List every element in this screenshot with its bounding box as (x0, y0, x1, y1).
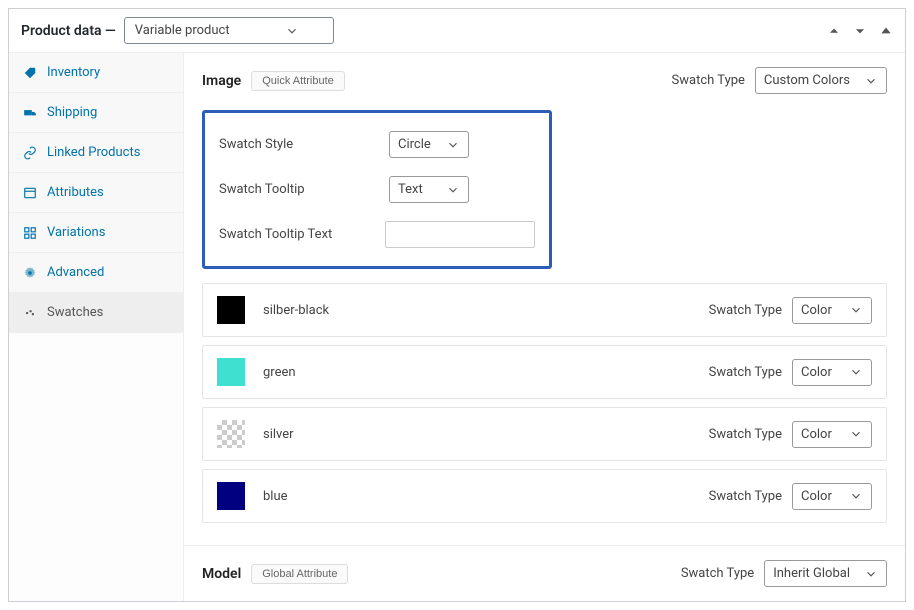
swatch-type-select[interactable]: Custom Colors (755, 67, 887, 94)
swatch-name: silber-black (263, 303, 329, 318)
sidebar-item-shipping[interactable]: Shipping (9, 93, 183, 133)
chevron-down-icon (849, 489, 863, 503)
sidebar-label: Shipping (47, 105, 97, 120)
gear-icon (23, 266, 37, 280)
swatch-row[interactable]: silber-black Swatch Type Color (202, 283, 887, 337)
sidebar-item-advanced[interactable]: Advanced (9, 253, 183, 293)
swatch-list: silber-black Swatch Type Color green (202, 283, 887, 523)
swatch-tooltip-label: Swatch Tooltip (219, 182, 389, 197)
product-type-value: Variable product (135, 23, 230, 38)
sidebar-label: Linked Products (47, 145, 140, 160)
chevron-down-icon (446, 183, 460, 197)
form-row-style: Swatch Style Circle (219, 131, 535, 158)
chevron-down-icon (285, 24, 299, 38)
swatch-tooltip-text-label: Swatch Tooltip Text (219, 227, 385, 242)
sidebar-item-swatches[interactable]: Swatches (9, 293, 183, 333)
swatch-name: blue (263, 489, 288, 504)
section-title: Model (202, 566, 241, 582)
sidebar-label: Attributes (47, 185, 104, 200)
section-header: Model Global Attribute Swatch Type Inher… (202, 560, 887, 587)
form-row-tooltip-text: Swatch Tooltip Text (219, 221, 535, 248)
panel-header: Product data — Variable product (9, 9, 905, 53)
grid-icon (23, 226, 37, 240)
swatch-row[interactable]: blue Swatch Type Color (202, 469, 887, 523)
chevron-down-icon (864, 567, 878, 581)
sidebar-item-variations[interactable]: Variations (9, 213, 183, 253)
arrow-down-icon[interactable] (853, 24, 867, 38)
sidebar-item-inventory[interactable]: Inventory (9, 53, 183, 93)
swatch-config-box: Swatch Style Circle Swatch Tooltip Text (202, 110, 552, 269)
swatch-row-type-select[interactable]: Color (792, 421, 872, 448)
global-attribute-button[interactable]: Global Attribute (251, 564, 348, 584)
swatch-type-label: Swatch Type (672, 73, 745, 88)
section-model: Model Global Attribute Swatch Type Inher… (184, 546, 905, 601)
swatch-color-box (217, 358, 245, 386)
swatch-name: green (263, 365, 296, 380)
swatch-type-value: Custom Colors (764, 73, 850, 88)
sidebar: Inventory Shipping Linked Products Attri… (9, 53, 184, 601)
truck-icon (23, 106, 37, 120)
chevron-down-icon (864, 74, 878, 88)
palette-icon (23, 306, 37, 320)
tag-icon (23, 66, 37, 80)
sidebar-item-attributes[interactable]: Attributes (9, 173, 183, 213)
swatch-color-box (217, 296, 245, 324)
swatch-style-label: Swatch Style (219, 137, 389, 152)
sidebar-label: Inventory (47, 65, 100, 80)
swatch-type-select[interactable]: Inherit Global (764, 560, 887, 587)
quick-attribute-button[interactable]: Quick Attribute (251, 71, 345, 91)
swatch-type-label: Swatch Type (681, 566, 754, 581)
sidebar-label: Advanced (47, 265, 104, 280)
chevron-down-icon (849, 427, 863, 441)
arrow-up-icon[interactable] (827, 24, 841, 38)
chevron-down-icon (446, 138, 460, 152)
swatch-type-label: Swatch Type (709, 489, 782, 504)
panel-title: Product data — (21, 23, 116, 39)
swatch-row-type-value: Color (801, 303, 832, 318)
chevron-down-icon (849, 365, 863, 379)
swatch-row[interactable]: silver Swatch Type Color (202, 407, 887, 461)
sidebar-label: Swatches (47, 305, 103, 320)
swatch-type-label: Swatch Type (709, 303, 782, 318)
swatch-tooltip-value: Text (398, 182, 423, 197)
form-row-tooltip: Swatch Tooltip Text (219, 176, 535, 203)
swatch-row-type-value: Color (801, 489, 832, 504)
sidebar-label: Variations (47, 225, 105, 240)
swatch-row-type-select[interactable]: Color (792, 359, 872, 386)
product-data-panel: Product data — Variable product Inventor… (8, 8, 906, 602)
swatch-row-type-select[interactable]: Color (792, 297, 872, 324)
swatch-row-type-value: Color (801, 427, 832, 442)
swatch-row-type-value: Color (801, 365, 832, 380)
section-image: Image Quick Attribute Swatch Type Custom… (184, 53, 905, 546)
swatch-type-value: Inherit Global (773, 566, 850, 581)
swatch-type-label: Swatch Type (709, 427, 782, 442)
panel-body: Inventory Shipping Linked Products Attri… (9, 53, 905, 601)
triangle-up-icon[interactable] (879, 24, 893, 38)
swatch-style-value: Circle (398, 137, 431, 152)
swatch-style-select[interactable]: Circle (389, 131, 469, 158)
list-icon (23, 186, 37, 200)
content-area: Image Quick Attribute Swatch Type Custom… (184, 53, 905, 601)
product-type-select[interactable]: Variable product (124, 17, 334, 44)
swatch-type-label: Swatch Type (709, 365, 782, 380)
swatch-row[interactable]: green Swatch Type Color (202, 345, 887, 399)
swatch-tooltip-text-input[interactable] (385, 221, 535, 248)
swatch-row-type-select[interactable]: Color (792, 483, 872, 510)
panel-toggle-arrows (827, 24, 893, 38)
chevron-down-icon (849, 303, 863, 317)
sidebar-item-linked[interactable]: Linked Products (9, 133, 183, 173)
section-header: Image Quick Attribute Swatch Type Custom… (202, 67, 887, 94)
link-icon (23, 146, 37, 160)
swatch-tooltip-select[interactable]: Text (389, 176, 469, 203)
swatch-color-box (217, 482, 245, 510)
swatch-name: silver (263, 427, 294, 442)
section-title: Image (202, 73, 241, 89)
swatch-color-box (217, 420, 245, 448)
